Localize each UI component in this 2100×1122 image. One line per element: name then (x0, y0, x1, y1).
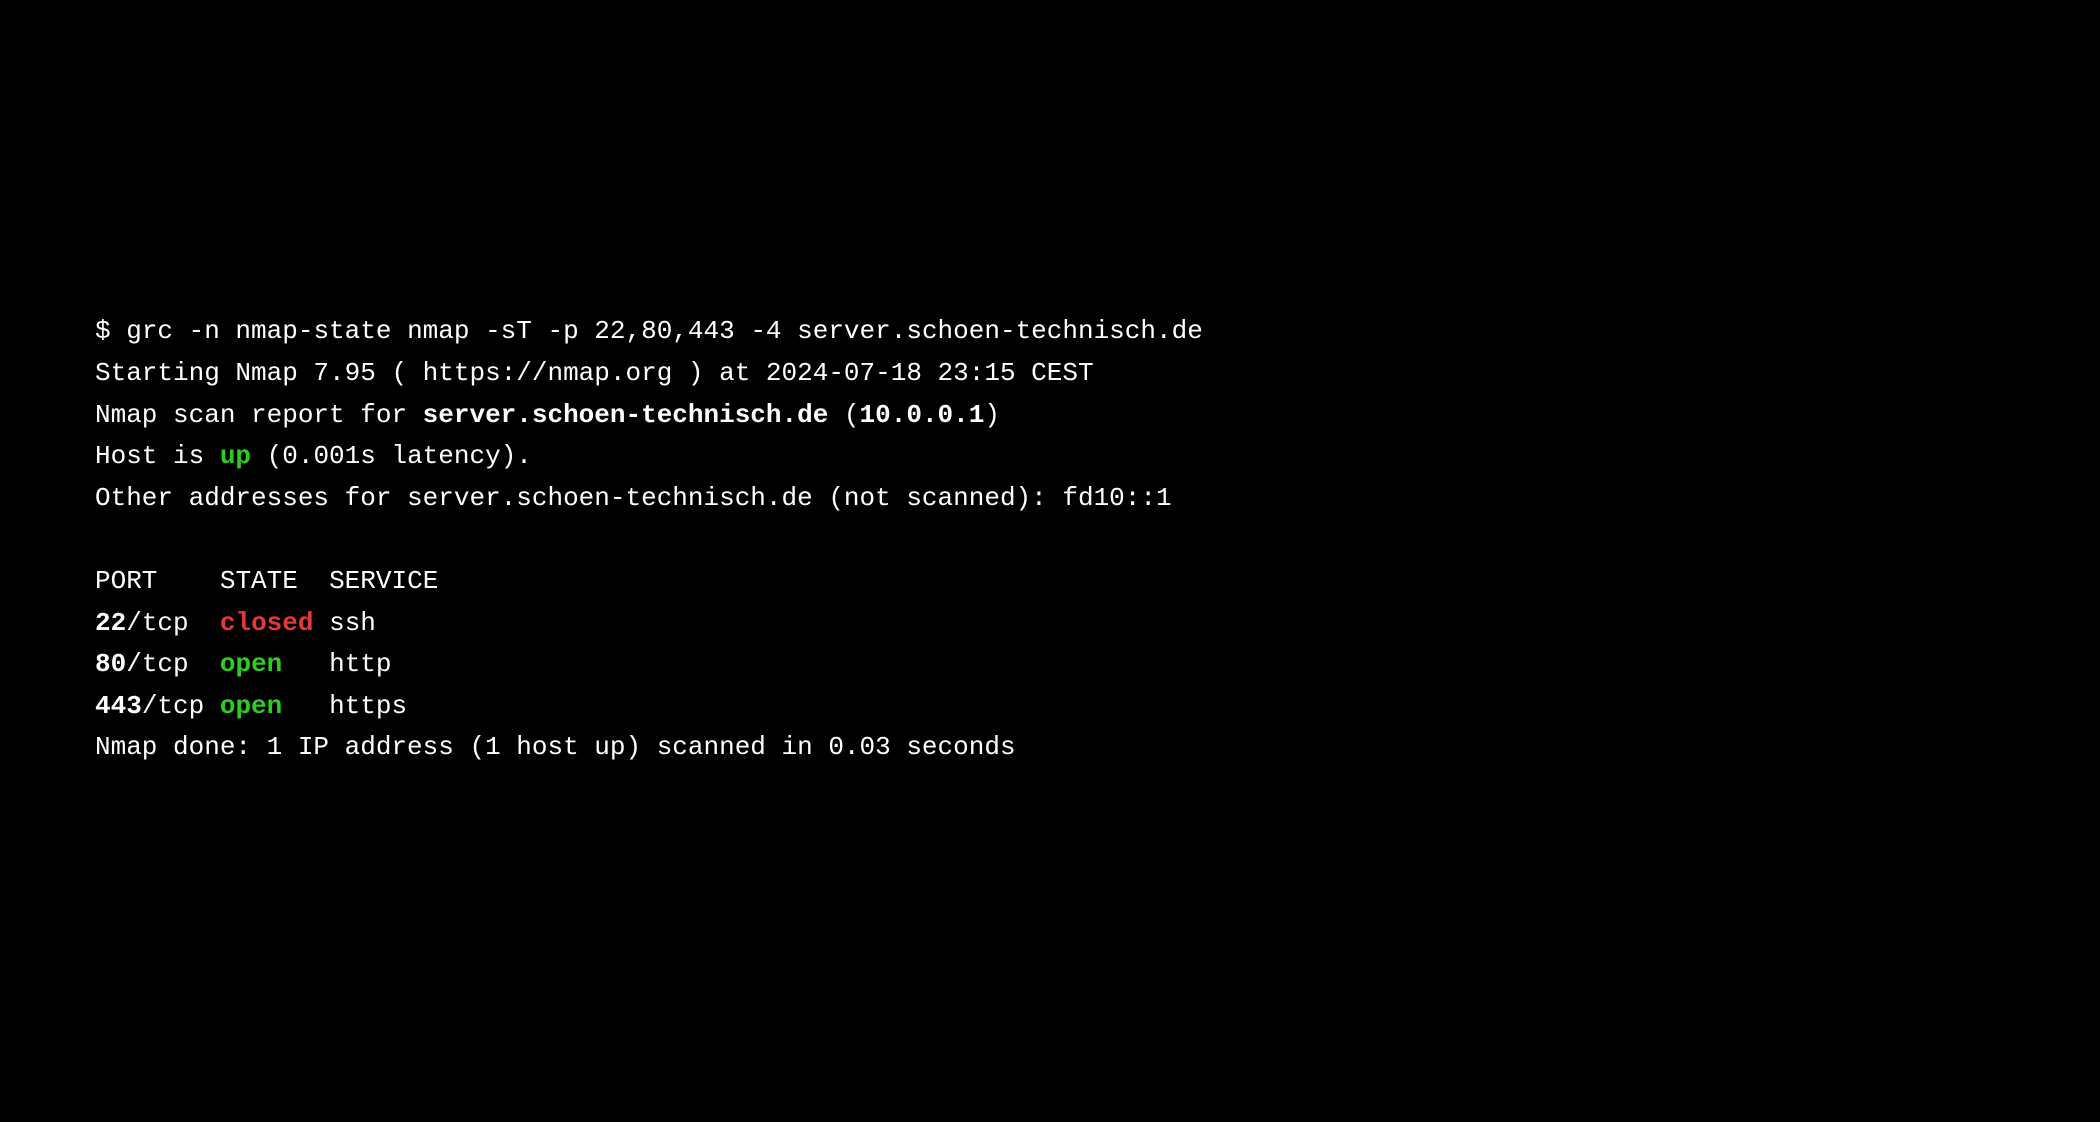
port-proto: /tcp (126, 608, 188, 638)
scan-report-sep: ( (828, 400, 859, 430)
host-status-prefix: Host is (95, 441, 220, 471)
port-number: 80 (95, 649, 126, 679)
port-proto: /tcp (142, 691, 204, 721)
table-header-service: SERVICE (329, 566, 438, 596)
port-service: ssh (329, 608, 376, 638)
nmap-starting: Starting Nmap 7.95 ( https://nmap.org ) … (95, 358, 1094, 388)
scan-report-ip: 10.0.0.1 (860, 400, 985, 430)
prompt: $ (95, 316, 126, 346)
port-state: open (220, 649, 282, 679)
port-service: https (329, 691, 407, 721)
port-proto: /tcp (126, 649, 188, 679)
port-service: http (329, 649, 391, 679)
other-addresses: Other addresses for server.schoen-techni… (95, 483, 1172, 513)
port-state: closed (220, 608, 314, 638)
port-number: 443 (95, 691, 142, 721)
port-number: 22 (95, 608, 126, 638)
scan-report-prefix: Nmap scan report for (95, 400, 423, 430)
table-header-port: PORT (95, 566, 157, 596)
command-line: grc -n nmap-state nmap -sT -p 22,80,443 … (126, 316, 1203, 346)
port-state: open (220, 691, 282, 721)
terminal-output: $ grc -n nmap-state nmap -sT -p 22,80,44… (0, 166, 2100, 914)
host-latency: (0.001s latency). (251, 441, 532, 471)
scan-report-suffix: ) (984, 400, 1000, 430)
nmap-done: Nmap done: 1 IP address (1 host up) scan… (95, 732, 1016, 762)
table-header-state: STATE (220, 566, 298, 596)
host-status-up: up (220, 441, 251, 471)
scan-report-host: server.schoen-technisch.de (423, 400, 829, 430)
